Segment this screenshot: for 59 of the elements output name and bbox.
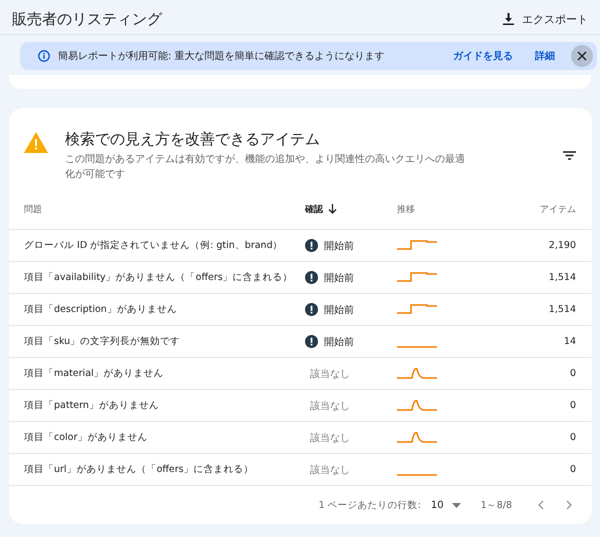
rows-per-page-select[interactable]: 10 <box>430 500 461 510</box>
issue-cell: グローバル ID が指定されていません（例: gtin、brand） <box>9 230 305 262</box>
item-count: 1,514 <box>487 294 592 326</box>
status-text: 該当なし <box>309 368 350 380</box>
trend-sparkline <box>397 303 438 316</box>
exclamation-icon <box>305 335 318 348</box>
info-icon <box>38 50 50 62</box>
item-count: 0 <box>487 358 592 390</box>
details-link[interactable]: 詳細 <box>535 49 555 63</box>
item-count: 0 <box>487 454 592 486</box>
trend-sparkline <box>397 474 438 476</box>
dropdown-icon <box>452 502 461 508</box>
column-header[interactable]: 確認 <box>305 189 397 230</box>
sort-arrow-icon <box>328 204 337 214</box>
issue-cell: 項目「color」がありません <box>9 422 305 454</box>
issue-cell: 項目「sku」の文字列長が無効です <box>9 326 305 358</box>
trend-sparkline <box>397 239 438 252</box>
status-text: 該当なし <box>309 400 350 412</box>
trend-sparkline <box>397 271 438 284</box>
issue-cell: 項目「material」がありません <box>9 358 305 390</box>
page-title: 販売者のリスティング <box>12 10 162 28</box>
issue-cell: 項目「description」がありません <box>9 294 305 326</box>
status-text: 開始前 <box>324 272 354 284</box>
page-range: 1～8/8 <box>480 498 512 512</box>
item-count: 0 <box>487 422 592 454</box>
item-count: 1,514 <box>487 262 592 294</box>
exclamation-icon <box>305 239 318 252</box>
close-button[interactable] <box>571 45 593 67</box>
exclamation-icon <box>305 303 318 316</box>
trend-sparkline <box>397 346 438 348</box>
item-count: 2,190 <box>487 230 592 262</box>
status-text: 該当なし <box>309 464 350 476</box>
column-header[interactable]: 問題 <box>9 189 305 230</box>
status-text: 開始前 <box>324 304 354 316</box>
close-icon <box>577 51 587 61</box>
status-text: 開始前 <box>324 336 354 348</box>
issue-cell: 項目「availability」がありません（「offers」に含まれる） <box>9 262 305 294</box>
banner-text: 簡易レポートが利用可能: 重大な問題を簡単に確認できるようになります <box>58 50 386 63</box>
trend-sparkline <box>397 399 438 412</box>
column-header[interactable]: アイテム <box>487 189 592 230</box>
exclamation-icon <box>305 271 318 284</box>
item-count: 14 <box>487 326 592 358</box>
export-button[interactable]: エクスポート <box>503 12 588 26</box>
guide-link[interactable]: ガイドを見る <box>453 49 513 63</box>
download-icon <box>503 13 514 25</box>
warning-icon <box>24 132 48 153</box>
chevron-left-icon <box>538 500 544 510</box>
column-header[interactable]: 推移 <box>397 189 487 230</box>
status-text: 開始前 <box>324 240 354 252</box>
item-count: 0 <box>487 390 592 422</box>
status-text: 該当なし <box>309 432 350 444</box>
chevron-right-icon <box>566 500 572 510</box>
issue-cell: 項目「url」がありません（「offers」に含まれる） <box>9 454 305 486</box>
issue-cell: 項目「pattern」がありません <box>9 390 305 422</box>
card-description: この問題があるアイテムは有効ですが、機能の追加や、より関連性の高いクエリへの最適化が可能です <box>65 152 465 182</box>
trend-sparkline <box>397 431 438 444</box>
rows-per-page-label: 1 ページあたりの行数: <box>318 498 421 512</box>
trend-sparkline <box>397 367 438 380</box>
card-title: 検索での見え方を改善できるアイテム <box>65 130 321 149</box>
